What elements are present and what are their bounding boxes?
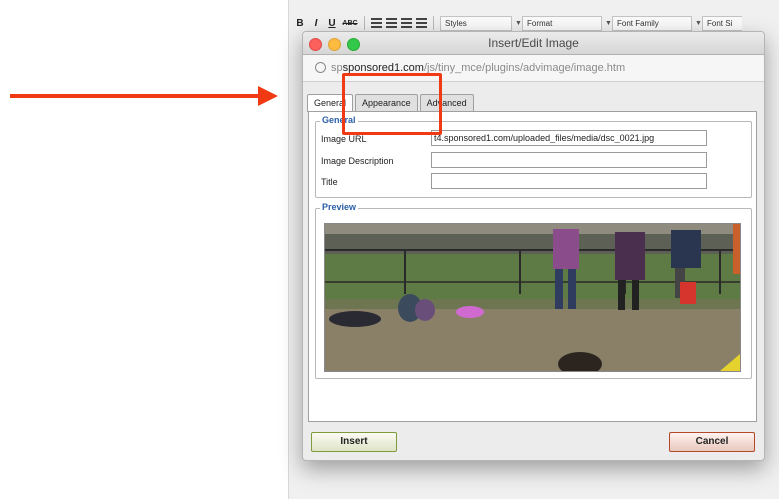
url-prefix: sp — [331, 62, 343, 74]
preview-fieldset: Preview — [315, 202, 752, 379]
general-tab-panel: General Image URL Image Description Titl… — [308, 111, 757, 422]
format-select-label: Format — [527, 18, 553, 28]
format-select[interactable]: ▼ Format — [515, 15, 602, 31]
preview-legend: Preview — [320, 202, 359, 212]
font-size-select[interactable]: ▼ Font Si — [695, 15, 742, 31]
styles-select-label: Styles — [445, 18, 467, 28]
toolbar-divider — [364, 16, 365, 30]
title-label: Title — [321, 177, 338, 187]
align-right-icon[interactable] — [401, 18, 412, 28]
dialog-titlebar: Insert/Edit Image — [303, 32, 764, 55]
underline-button[interactable]: U — [326, 18, 338, 29]
align-left-icon[interactable] — [371, 18, 382, 28]
font-family-select[interactable]: ▼ Font Family — [605, 15, 692, 31]
image-url-input[interactable] — [431, 130, 707, 146]
strikethrough-button[interactable]: ABC — [342, 20, 358, 27]
dialog-title: Insert/Edit Image — [488, 36, 579, 50]
image-url-label: Image URL — [321, 134, 367, 144]
annotation-arrow-shaft — [10, 94, 262, 98]
align-center-icon[interactable] — [386, 18, 397, 28]
preview-image — [324, 223, 741, 372]
title-input[interactable] — [431, 173, 707, 189]
preview-photo — [325, 224, 740, 371]
annotation-arrow-head — [258, 86, 278, 106]
image-description-label: Image Description — [321, 156, 394, 166]
toolbar-divider — [433, 16, 434, 30]
image-description-input[interactable] — [431, 152, 707, 168]
styles-select[interactable]: Styles — [440, 15, 512, 31]
cancel-button[interactable]: Cancel — [669, 432, 755, 452]
bold-button[interactable]: B — [294, 18, 306, 29]
italic-button[interactable]: I — [310, 18, 322, 29]
chevron-down-icon: ▼ — [515, 19, 522, 27]
chevron-down-icon: ▼ — [605, 19, 612, 27]
chevron-down-icon: ▼ — [695, 19, 702, 27]
insert-button[interactable]: Insert — [311, 432, 397, 452]
url-path: /js/tiny_mce/plugins/advimage/image.htm — [423, 62, 626, 74]
annotation-highlight-box — [342, 73, 442, 135]
font-size-select-label: Font Si — [707, 18, 733, 28]
align-justify-icon[interactable] — [416, 18, 427, 28]
font-family-select-label: Font Family — [617, 18, 659, 28]
globe-icon — [315, 62, 326, 73]
